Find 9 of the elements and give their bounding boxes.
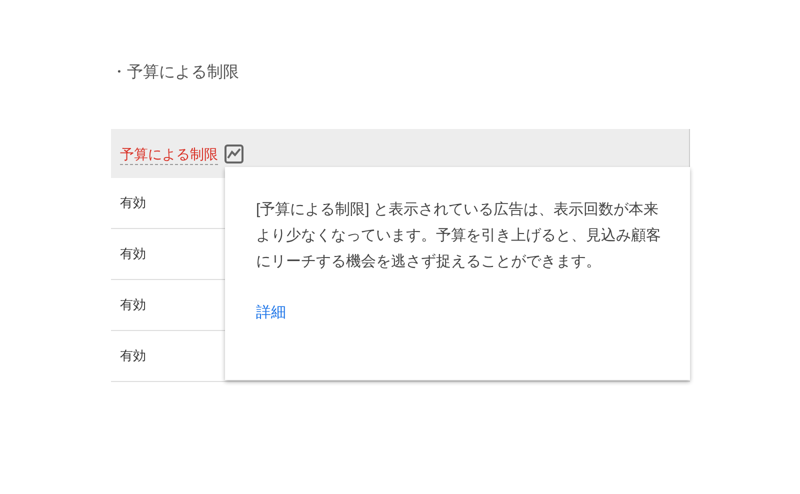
table-cell-text: 有効 bbox=[120, 245, 146, 264]
table-cell-text: 有効 bbox=[120, 296, 146, 314]
chart-icon[interactable] bbox=[224, 144, 244, 164]
column-header[interactable]: 予算による制限 bbox=[120, 142, 218, 165]
details-link[interactable]: 詳細 bbox=[256, 302, 286, 324]
table-cell-text: 有効 bbox=[120, 347, 146, 366]
section-heading: ・予算による制限 bbox=[111, 62, 240, 83]
tooltip-text: [予算による制限] と表示されている広告は、表示回数が本来より少なくなっています。予算を引き上げると、見込み顧客にリーチする機会を逃さず捉えることができます。 bbox=[256, 200, 661, 272]
table-cell-text: 有効 bbox=[120, 194, 146, 212]
